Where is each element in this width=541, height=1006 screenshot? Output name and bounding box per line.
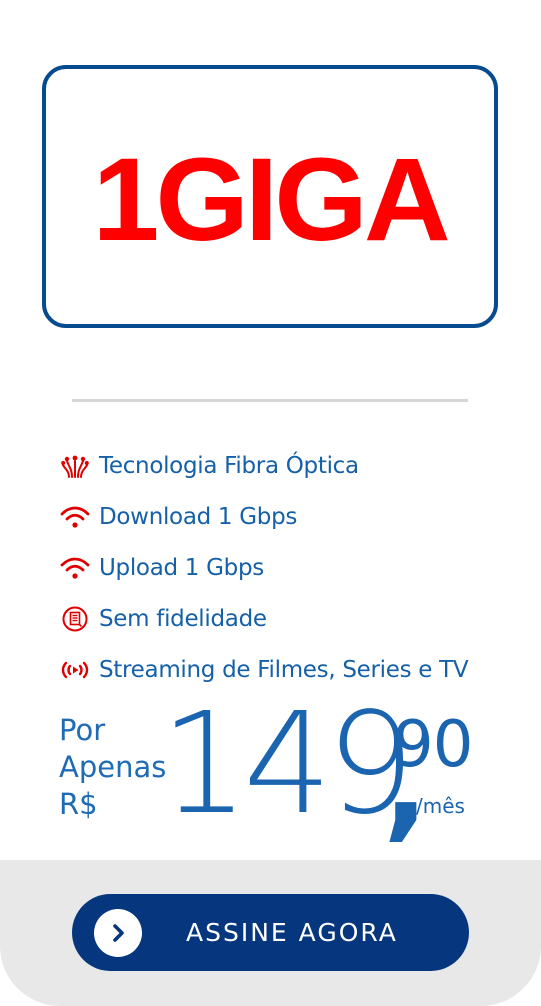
feature-label: Tecnologia Fibra Óptica — [99, 452, 359, 479]
streaming-icon — [60, 657, 90, 683]
wifi-icon — [60, 555, 90, 581]
feature-label: Sem fidelidade — [99, 605, 267, 632]
price-period: /mês — [416, 794, 465, 818]
feature-item-upload: Upload 1 Gbps — [60, 542, 468, 593]
contract-icon — [60, 606, 90, 632]
feature-label: Streaming de Filmes, Series e TV — [99, 656, 469, 683]
price-prefix-line: Apenas — [59, 750, 167, 784]
plan-name: 1GIGA — [92, 133, 451, 266]
feature-list: Tecnologia Fibra Óptica Download 1 Gbps — [60, 440, 469, 695]
plan-name-box: 1GIGA — [42, 65, 498, 328]
subscribe-button[interactable]: ASSINE AGORA — [72, 894, 469, 971]
feature-label: Upload 1 Gbps — [99, 554, 264, 581]
feature-label: Download 1 Gbps — [99, 503, 298, 530]
divider — [72, 399, 468, 402]
price-cents: 90 — [393, 708, 473, 782]
price-block: Por Apenas R$ 149 , 90 /mês — [0, 683, 541, 850]
price-prefix-line: Por — [59, 713, 106, 747]
fiber-optic-icon — [60, 453, 90, 479]
chevron-right-icon — [94, 908, 142, 957]
price-integer: 149 — [160, 683, 415, 846]
price-prefix: Por Apenas R$ — [59, 712, 166, 823]
wifi-icon — [60, 504, 90, 530]
footer: ASSINE AGORA — [0, 860, 541, 1006]
currency-symbol: R$ — [59, 787, 98, 821]
feature-item-download: Download 1 Gbps — [60, 491, 468, 542]
subscribe-button-label: ASSINE AGORA — [186, 918, 398, 947]
feature-item-fiber: Tecnologia Fibra Óptica — [60, 440, 468, 491]
plan-card: 1GIGA Tecnologia Fibra Óptica Download 1… — [0, 0, 541, 1006]
feature-item-no-contract: Sem fidelidade — [60, 593, 468, 644]
